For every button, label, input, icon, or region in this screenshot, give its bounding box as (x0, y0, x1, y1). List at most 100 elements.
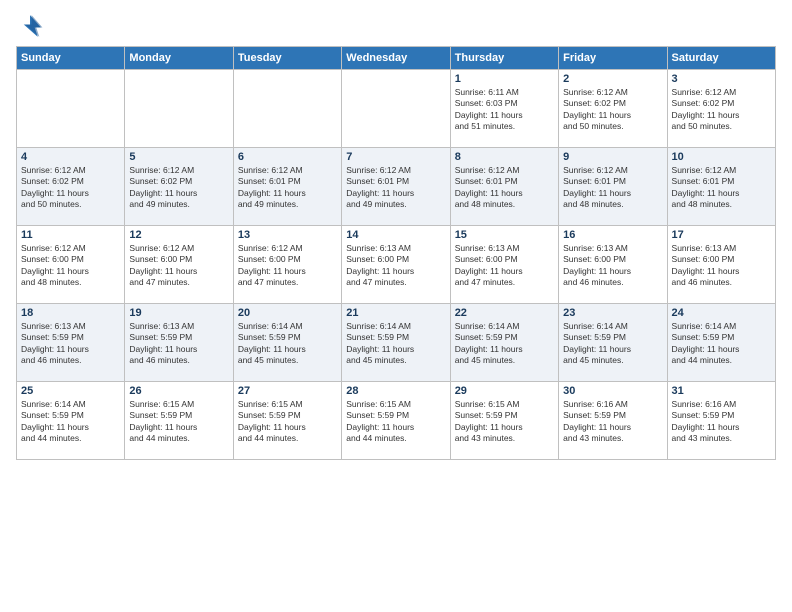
day-number: 10 (672, 151, 771, 163)
calendar-cell: 20 Sunrise: 6:14 AM Sunset: 5:59 PM Dayli… (233, 304, 341, 382)
day-info: Sunrise: 6:16 AM Sunset: 5:59 PM Dayligh… (672, 399, 771, 445)
day-info: Sunrise: 6:12 AM Sunset: 6:02 PM Dayligh… (21, 165, 120, 211)
week-row-2: 4 Sunrise: 6:12 AM Sunset: 6:02 PM Daylig… (17, 148, 776, 226)
header-row: SundayMondayTuesdayWednesdayThursdayFrid… (17, 47, 776, 70)
day-number: 24 (672, 307, 771, 319)
day-info: Sunrise: 6:11 AM Sunset: 6:03 PM Dayligh… (455, 87, 554, 133)
day-info: Sunrise: 6:12 AM Sunset: 6:00 PM Dayligh… (21, 243, 120, 289)
calendar-cell: 24 Sunrise: 6:14 AM Sunset: 5:59 PM Dayli… (667, 304, 775, 382)
calendar-cell: 26 Sunrise: 6:15 AM Sunset: 5:59 PM Dayli… (125, 382, 233, 460)
day-number: 21 (346, 307, 445, 319)
day-info: Sunrise: 6:16 AM Sunset: 5:59 PM Dayligh… (563, 399, 662, 445)
day-number: 12 (129, 229, 228, 241)
day-info: Sunrise: 6:12 AM Sunset: 6:02 PM Dayligh… (129, 165, 228, 211)
calendar-cell (233, 70, 341, 148)
header (16, 12, 776, 40)
week-row-5: 25 Sunrise: 6:14 AM Sunset: 5:59 PM Dayli… (17, 382, 776, 460)
day-info: Sunrise: 6:15 AM Sunset: 5:59 PM Dayligh… (129, 399, 228, 445)
day-number: 8 (455, 151, 554, 163)
calendar-cell (125, 70, 233, 148)
calendar-cell: 23 Sunrise: 6:14 AM Sunset: 5:59 PM Dayli… (559, 304, 667, 382)
day-number: 17 (672, 229, 771, 241)
day-number: 28 (346, 385, 445, 397)
day-number: 20 (238, 307, 337, 319)
day-info: Sunrise: 6:12 AM Sunset: 6:00 PM Dayligh… (129, 243, 228, 289)
day-info: Sunrise: 6:13 AM Sunset: 5:59 PM Dayligh… (21, 321, 120, 367)
day-info: Sunrise: 6:12 AM Sunset: 6:01 PM Dayligh… (672, 165, 771, 211)
day-info: Sunrise: 6:15 AM Sunset: 5:59 PM Dayligh… (455, 399, 554, 445)
day-info: Sunrise: 6:15 AM Sunset: 5:59 PM Dayligh… (346, 399, 445, 445)
calendar-cell: 31Sunrise: 6:16 AM Sunset: 5:59 PM Dayli… (667, 382, 775, 460)
calendar-cell: 27 Sunrise: 6:15 AM Sunset: 5:59 PM Dayli… (233, 382, 341, 460)
calendar-cell (342, 70, 450, 148)
day-number: 14 (346, 229, 445, 241)
calendar-cell: 9Sunrise: 6:12 AM Sunset: 6:01 PM Daylig… (559, 148, 667, 226)
col-header-tuesday: Tuesday (233, 47, 341, 70)
day-number: 25 (21, 385, 120, 397)
calendar-page: SundayMondayTuesdayWednesdayThursdayFrid… (0, 0, 792, 612)
calendar-cell: 30 Sunrise: 6:16 AM Sunset: 5:59 PM Dayli… (559, 382, 667, 460)
day-number: 16 (563, 229, 662, 241)
col-header-thursday: Thursday (450, 47, 558, 70)
col-header-wednesday: Wednesday (342, 47, 450, 70)
day-info: Sunrise: 6:15 AM Sunset: 5:59 PM Dayligh… (238, 399, 337, 445)
calendar-cell: 3 Sunrise: 6:12 AM Sunset: 6:02 PM Daylig… (667, 70, 775, 148)
day-number: 6 (238, 151, 337, 163)
day-number: 26 (129, 385, 228, 397)
calendar-cell: 7Sunrise: 6:12 AM Sunset: 6:01 PM Daylig… (342, 148, 450, 226)
calendar-cell: 5 Sunrise: 6:12 AM Sunset: 6:02 PM Daylig… (125, 148, 233, 226)
day-info: Sunrise: 6:14 AM Sunset: 5:59 PM Dayligh… (672, 321, 771, 367)
calendar-cell: 17 Sunrise: 6:13 AM Sunset: 6:00 PM Dayli… (667, 226, 775, 304)
calendar-cell: 15Sunrise: 6:13 AM Sunset: 6:00 PM Dayli… (450, 226, 558, 304)
calendar-cell: 11 Sunrise: 6:12 AM Sunset: 6:00 PM Dayli… (17, 226, 125, 304)
day-info: Sunrise: 6:12 AM Sunset: 6:01 PM Dayligh… (455, 165, 554, 211)
day-info: Sunrise: 6:14 AM Sunset: 5:59 PM Dayligh… (21, 399, 120, 445)
calendar-cell: 25 Sunrise: 6:14 AM Sunset: 5:59 PM Dayli… (17, 382, 125, 460)
day-info: Sunrise: 6:12 AM Sunset: 6:00 PM Dayligh… (238, 243, 337, 289)
calendar-cell: 10 Sunrise: 6:12 AM Sunset: 6:01 PM Dayli… (667, 148, 775, 226)
day-number: 18 (21, 307, 120, 319)
day-info: Sunrise: 6:12 AM Sunset: 6:01 PM Dayligh… (563, 165, 662, 211)
calendar-cell: 8 Sunrise: 6:12 AM Sunset: 6:01 PM Daylig… (450, 148, 558, 226)
day-number: 29 (455, 385, 554, 397)
col-header-friday: Friday (559, 47, 667, 70)
day-number: 2 (563, 73, 662, 85)
calendar-cell: 1 Sunrise: 6:11 AM Sunset: 6:03 PM Daylig… (450, 70, 558, 148)
day-number: 13 (238, 229, 337, 241)
day-number: 30 (563, 385, 662, 397)
day-info: Sunrise: 6:12 AM Sunset: 6:02 PM Dayligh… (563, 87, 662, 133)
calendar-cell: 4 Sunrise: 6:12 AM Sunset: 6:02 PM Daylig… (17, 148, 125, 226)
day-info: Sunrise: 6:13 AM Sunset: 6:00 PM Dayligh… (346, 243, 445, 289)
day-number: 3 (672, 73, 771, 85)
day-number: 7 (346, 151, 445, 163)
calendar-cell: 22Sunrise: 6:14 AM Sunset: 5:59 PM Dayli… (450, 304, 558, 382)
day-info: Sunrise: 6:14 AM Sunset: 5:59 PM Dayligh… (455, 321, 554, 367)
col-header-saturday: Saturday (667, 47, 775, 70)
day-info: Sunrise: 6:13 AM Sunset: 6:00 PM Dayligh… (672, 243, 771, 289)
week-row-1: 1 Sunrise: 6:11 AM Sunset: 6:03 PM Daylig… (17, 70, 776, 148)
logo-icon (16, 12, 44, 40)
logo (16, 12, 48, 40)
day-info: Sunrise: 6:12 AM Sunset: 6:01 PM Dayligh… (238, 165, 337, 211)
calendar-cell: 29 Sunrise: 6:15 AM Sunset: 5:59 PM Dayli… (450, 382, 558, 460)
day-info: Sunrise: 6:14 AM Sunset: 5:59 PM Dayligh… (346, 321, 445, 367)
day-number: 4 (21, 151, 120, 163)
calendar-cell: 18 Sunrise: 6:13 AM Sunset: 5:59 PM Dayli… (17, 304, 125, 382)
day-number: 23 (563, 307, 662, 319)
calendar-cell: 14 Sunrise: 6:13 AM Sunset: 6:00 PM Dayli… (342, 226, 450, 304)
day-info: Sunrise: 6:13 AM Sunset: 5:59 PM Dayligh… (129, 321, 228, 367)
day-info: Sunrise: 6:14 AM Sunset: 5:59 PM Dayligh… (238, 321, 337, 367)
calendar-cell: 16Sunrise: 6:13 AM Sunset: 6:00 PM Dayli… (559, 226, 667, 304)
calendar-cell (17, 70, 125, 148)
day-number: 1 (455, 73, 554, 85)
calendar-cell: 13 Sunrise: 6:12 AM Sunset: 6:00 PM Dayli… (233, 226, 341, 304)
week-row-4: 18 Sunrise: 6:13 AM Sunset: 5:59 PM Dayli… (17, 304, 776, 382)
calendar-cell: 19 Sunrise: 6:13 AM Sunset: 5:59 PM Dayli… (125, 304, 233, 382)
day-number: 27 (238, 385, 337, 397)
day-info: Sunrise: 6:12 AM Sunset: 6:02 PM Dayligh… (672, 87, 771, 133)
calendar-cell: 12 Sunrise: 6:12 AM Sunset: 6:00 PM Dayli… (125, 226, 233, 304)
day-number: 5 (129, 151, 228, 163)
day-number: 19 (129, 307, 228, 319)
day-info: Sunrise: 6:14 AM Sunset: 5:59 PM Dayligh… (563, 321, 662, 367)
day-number: 11 (21, 229, 120, 241)
